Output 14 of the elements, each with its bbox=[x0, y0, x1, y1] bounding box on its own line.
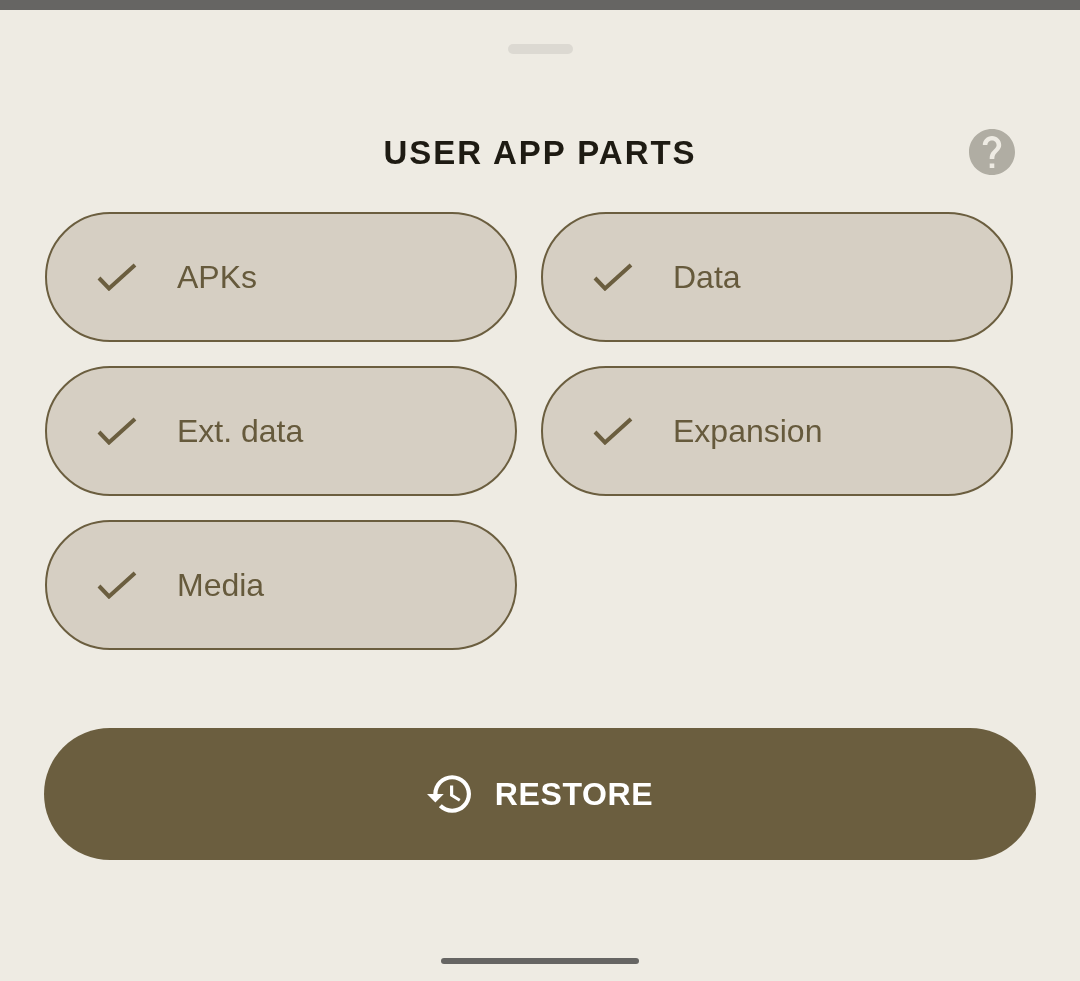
check-icon bbox=[97, 263, 137, 291]
restore-icon bbox=[426, 775, 471, 813]
restore-button[interactable]: RESTORE bbox=[44, 728, 1036, 860]
help-icon[interactable] bbox=[969, 129, 1015, 175]
part-chip[interactable]: Expansion bbox=[541, 366, 1013, 496]
part-chip[interactable]: Data bbox=[541, 212, 1013, 342]
part-chip[interactable]: Media bbox=[45, 520, 517, 650]
part-chip[interactable]: Ext. data bbox=[45, 366, 517, 496]
part-chip[interactable]: APKs bbox=[45, 212, 517, 342]
check-icon bbox=[593, 417, 633, 445]
check-icon bbox=[97, 417, 137, 445]
check-icon bbox=[593, 263, 633, 291]
check-icon bbox=[97, 571, 137, 599]
sheet-title: USER APP PARTS bbox=[383, 135, 697, 169]
